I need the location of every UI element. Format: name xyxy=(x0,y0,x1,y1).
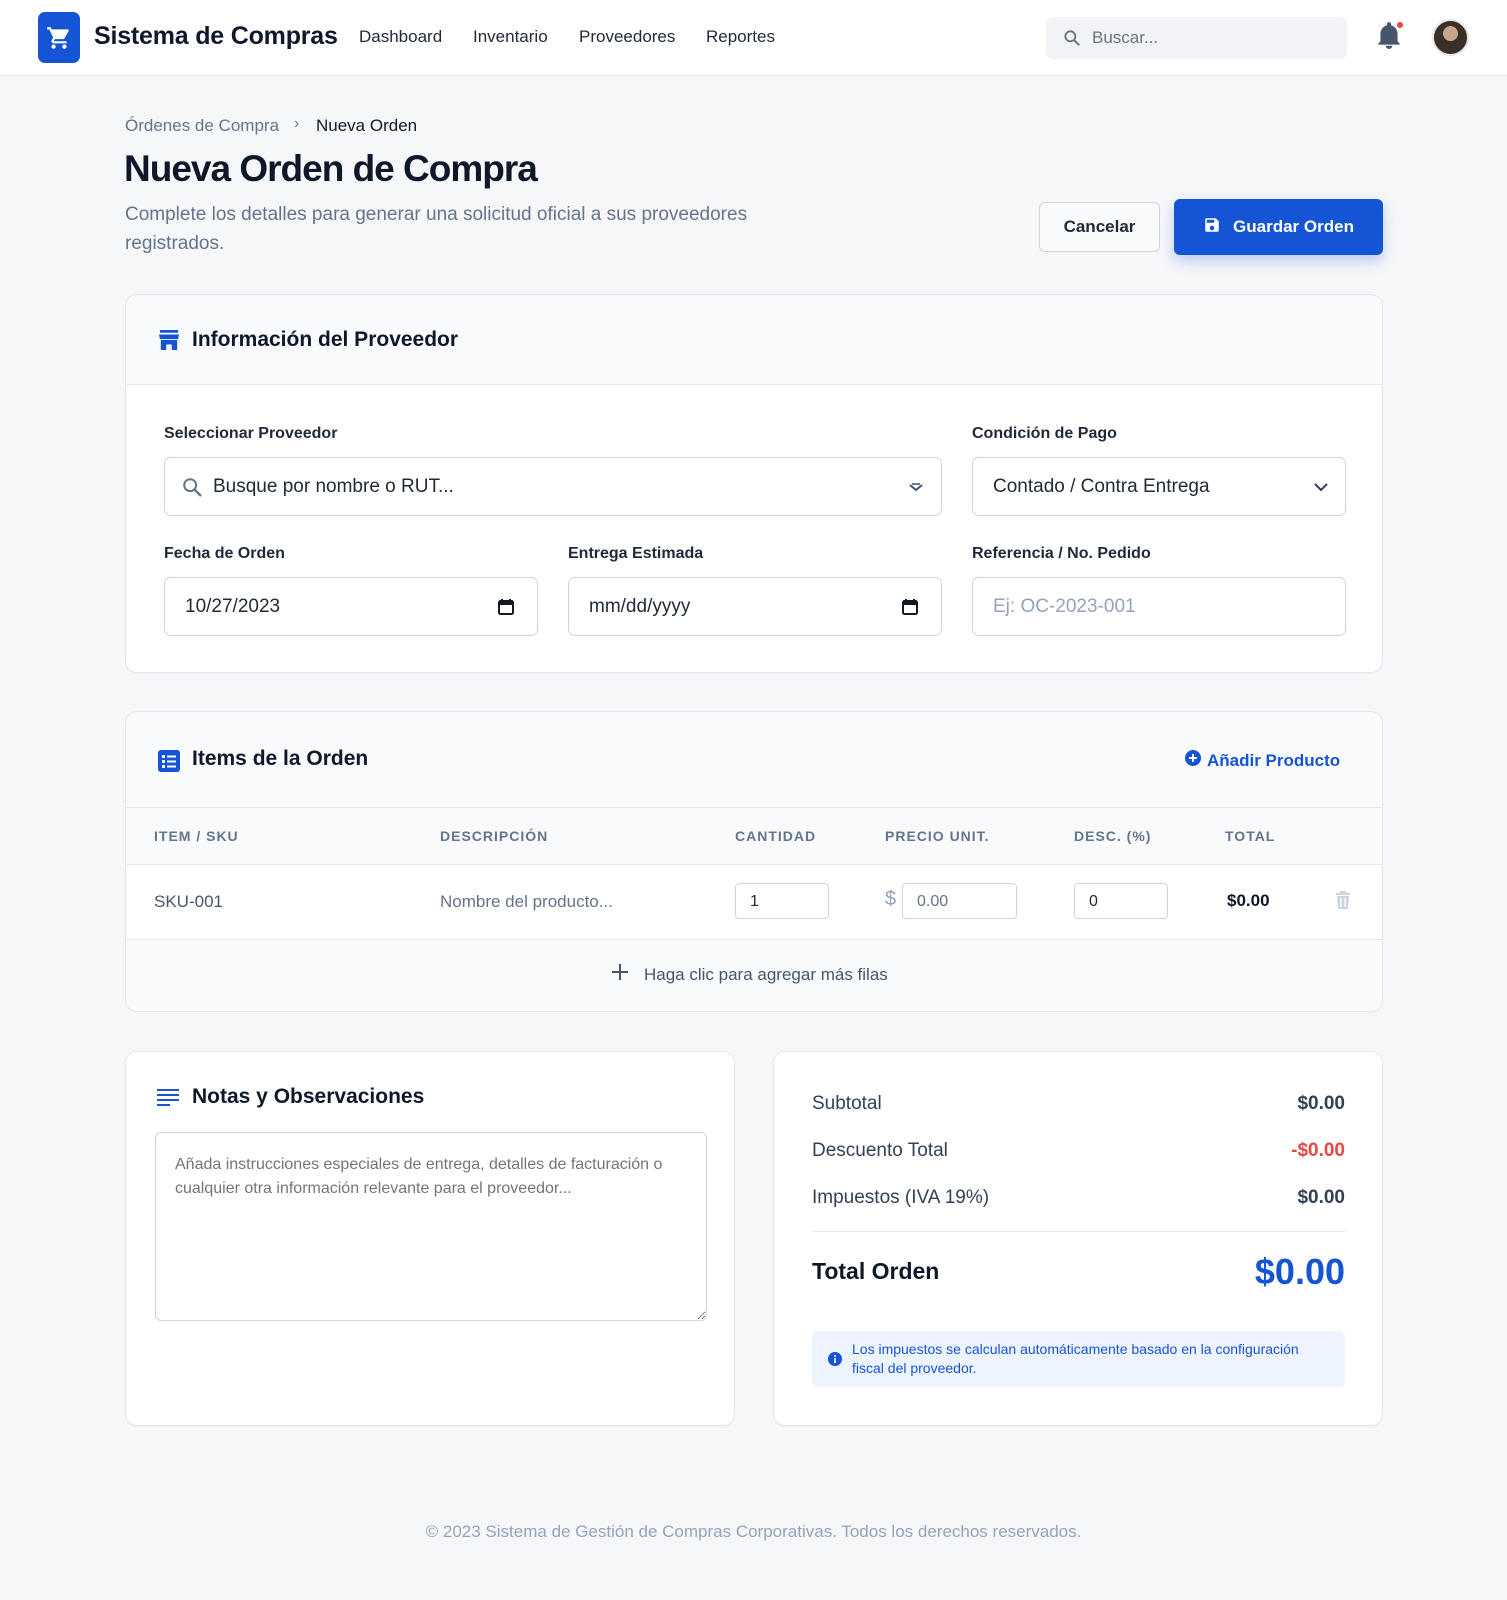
quantity-input[interactable]: 1 xyxy=(735,883,829,919)
discount-total-value: -$0.00 xyxy=(1291,1140,1345,1161)
notification-dot xyxy=(1397,22,1403,28)
tax-info-text: Los impuestos se calculan automáticament… xyxy=(852,1341,1299,1376)
list-icon xyxy=(158,750,180,777)
breadcrumb-parent[interactable]: Órdenes de Compra xyxy=(125,116,279,136)
add-product-button[interactable]: Añadir Producto xyxy=(1185,750,1340,771)
page-title: Nueva Orden de Compra xyxy=(124,148,538,189)
add-row-label: Haga clic para agregar más filas xyxy=(644,964,888,984)
plus-icon xyxy=(610,962,630,987)
order-date-label: Fecha de Orden xyxy=(164,545,285,562)
add-row-button[interactable]: Haga clic para agregar más filas xyxy=(610,962,888,987)
tax-value: $0.00 xyxy=(1297,1187,1345,1208)
delivery-date-value: mm/dd/yyyy xyxy=(589,596,691,617)
discount-input[interactable]: 0 xyxy=(1074,883,1168,919)
tax-info-box: Los impuestos se calculan automáticament… xyxy=(812,1331,1345,1387)
reference-label: Referencia / No. Pedido xyxy=(972,545,1151,562)
breadcrumb-current: Nueva Orden xyxy=(316,116,418,135)
cart-logo-icon[interactable] xyxy=(38,12,80,63)
payment-select[interactable]: Contado / Contra Entrega xyxy=(972,457,1346,516)
payment-label: Condición de Pago xyxy=(972,425,1117,442)
reference-placeholder: Ej: OC-2023-001 xyxy=(993,596,1136,617)
subtotal-label: Subtotal xyxy=(812,1093,882,1114)
notes-textarea[interactable] xyxy=(155,1132,707,1321)
supplier-card: Información del Proveedor Seleccionar Pr… xyxy=(125,294,1383,673)
row-sku: SKU-001 xyxy=(154,892,223,911)
nav-reportes[interactable]: Reportes xyxy=(706,27,775,47)
notes-icon xyxy=(157,1088,179,1111)
items-card-title: Items de la Orden xyxy=(192,747,369,770)
unit-price-placeholder: 0.00 xyxy=(917,893,949,910)
total-order-label: Total Orden xyxy=(812,1258,940,1284)
notes-card: Notas y Observaciones xyxy=(125,1051,735,1426)
reference-input[interactable]: Ej: OC-2023-001 xyxy=(972,577,1346,636)
currency-symbol: $ xyxy=(885,888,897,910)
save-order-button[interactable]: Guardar Orden xyxy=(1174,199,1383,255)
column-header-sku: ITEM / SKU xyxy=(154,828,239,844)
column-header-description: DESCRIPCIÓN xyxy=(440,828,549,844)
search-icon xyxy=(1062,28,1082,53)
order-date-input[interactable]: 10/27/2023 xyxy=(164,577,538,636)
delivery-label: Entrega Estimada xyxy=(568,545,704,562)
top-navbar: Sistema de Compras Dashboard Inventario … xyxy=(0,0,1507,76)
trash-icon[interactable] xyxy=(1335,891,1351,914)
notes-title: Notas y Observaciones xyxy=(192,1085,425,1108)
search-input[interactable] xyxy=(1092,17,1332,59)
nav-dashboard[interactable]: Dashboard xyxy=(359,27,442,47)
calendar-icon[interactable] xyxy=(901,598,919,621)
calendar-icon[interactable] xyxy=(497,598,515,621)
info-icon xyxy=(828,1352,842,1371)
tax-label: Impuestos (IVA 19%) xyxy=(812,1187,990,1208)
payment-value: Contado / Contra Entrega xyxy=(993,476,1210,497)
add-row-area[interactable]: Haga clic para agregar más filas xyxy=(126,939,1382,1011)
unfold-icon xyxy=(907,480,925,499)
column-header-price: PRECIO UNIT. xyxy=(885,828,990,844)
total-order-value: $0.00 xyxy=(1254,1251,1345,1292)
order-date-value: 10/27/2023 xyxy=(185,596,281,617)
delivery-date-input[interactable]: mm/dd/yyyy xyxy=(568,577,942,636)
column-header-total: TOTAL xyxy=(1225,828,1276,844)
save-order-label: Guardar Orden xyxy=(1233,217,1354,236)
supplier-card-header: Información del Proveedor xyxy=(126,295,1382,385)
discount-total-label: Descuento Total xyxy=(812,1140,948,1161)
nav-inventario[interactable]: Inventario xyxy=(473,27,548,47)
plus-circle-icon xyxy=(1185,750,1201,771)
search-icon xyxy=(181,476,203,503)
row-total: $0.00 xyxy=(1227,891,1270,910)
supplier-card-title: Información del Proveedor xyxy=(192,328,459,351)
unit-price-input[interactable]: 0.00 xyxy=(902,883,1017,919)
summary-divider xyxy=(812,1231,1345,1232)
nav-proveedores[interactable]: Proveedores xyxy=(579,27,675,47)
store-icon xyxy=(158,330,180,355)
avatar[interactable] xyxy=(1432,19,1469,56)
discount-value: 0 xyxy=(1089,893,1098,910)
cancel-button[interactable]: Cancelar xyxy=(1039,202,1160,252)
provider-placeholder: Busque por nombre o RUT... xyxy=(213,476,454,497)
add-product-label: Añadir Producto xyxy=(1207,750,1341,770)
page-subtitle: Complete los detalles para generar una s… xyxy=(125,204,748,254)
column-header-discount: DESC. (%) xyxy=(1074,828,1152,844)
subtotal-value: $0.00 xyxy=(1297,1093,1345,1114)
row-description-input[interactable]: Nombre del producto... xyxy=(440,892,613,912)
footer-text: © 2023 Sistema de Gestión de Compras Cor… xyxy=(425,1522,1082,1541)
column-header-quantity: CANTIDAD xyxy=(735,828,817,844)
breadcrumb-separator: › xyxy=(294,115,300,132)
quantity-value: 1 xyxy=(750,893,759,910)
chevron-down-icon xyxy=(1313,480,1329,498)
save-icon xyxy=(1203,216,1221,239)
app-name: Sistema de Compras xyxy=(94,22,338,50)
global-search[interactable] xyxy=(1046,17,1347,59)
items-card: Items de la Orden Añadir Producto Haga c… xyxy=(125,711,1383,1012)
items-card-header: Items de la Orden Añadir Producto xyxy=(126,712,1382,808)
provider-select[interactable]: Busque por nombre o RUT... xyxy=(164,457,942,516)
provider-label: Seleccionar Proveedor xyxy=(164,425,338,442)
